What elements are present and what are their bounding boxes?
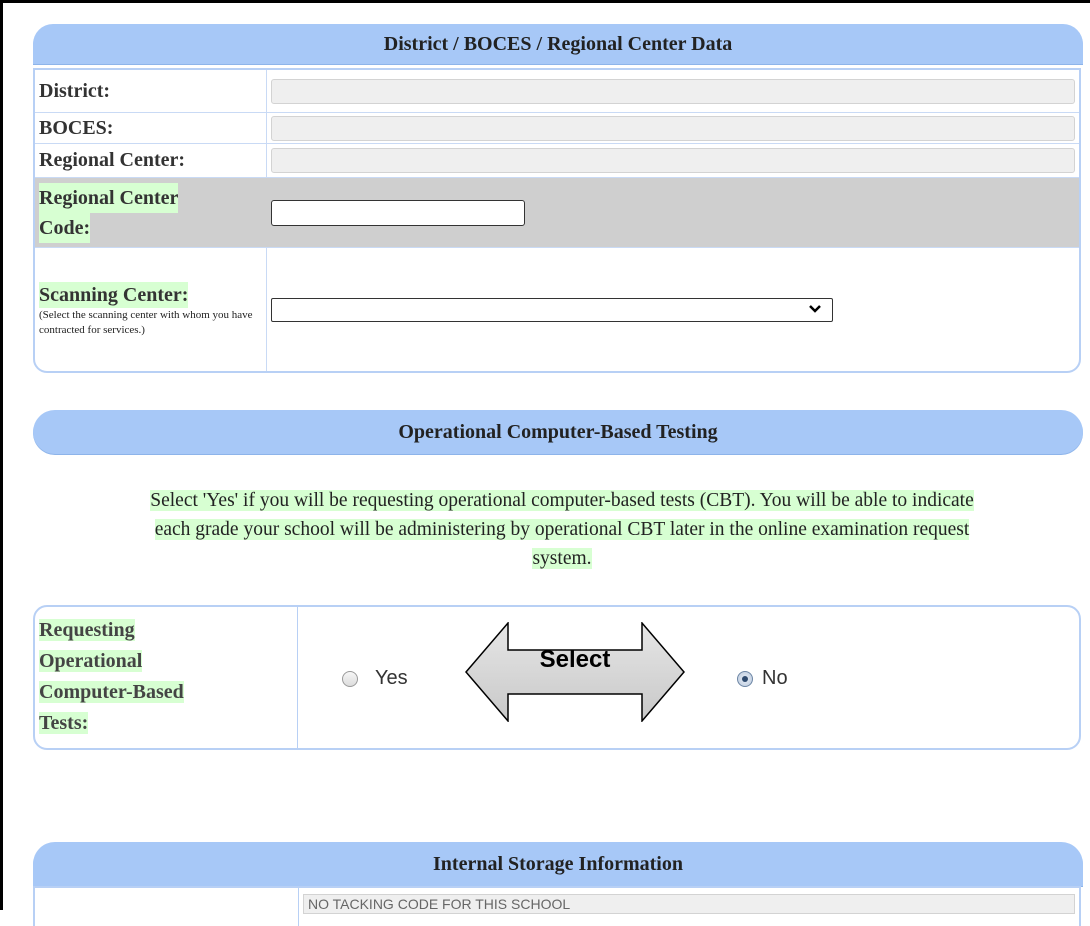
cbt-section-title: Operational Computer-Based Testing [398,420,718,443]
cbt-yes-label[interactable]: Yes [375,667,408,690]
district-table: District: BOCES: Regional Center: Region… [33,68,1081,373]
chevron-down-icon [809,304,821,313]
cbt-section-header: Operational Computer-Based Testing [33,410,1083,454]
scanning-center-note: (Select the scanning center with whom yo… [39,308,253,336]
regional-center-code-row: Regional Center Code: [35,178,1079,248]
scanning-center-row: Scanning Center: (Select the scanning ce… [35,248,1079,371]
cbt-info-text: Select 'Yes' if you will be requesting o… [150,490,974,569]
cbt-options: Yes No [298,607,1079,748]
boces-label: BOCES: [35,113,267,143]
boces-row: BOCES: [35,113,1079,144]
storage-row: NO TACKING CODE FOR THIS SCHOOL [33,886,1081,926]
regional-center-row: Regional Center: [35,144,1079,178]
window-top-border [0,0,1090,3]
storage-section-title: Internal Storage Information [433,852,683,875]
select-callout-text: Select [539,646,611,673]
regional-center-code-label: Regional Center Code: [35,178,267,247]
cbt-no-radio[interactable] [737,671,753,687]
district-label: District: [35,70,267,112]
regional-center-code-input[interactable] [271,199,525,226]
scanning-center-label-cell: Scanning Center: (Select the scanning ce… [35,248,267,371]
district-field [271,78,1075,104]
storage-section-header: Internal Storage Information [33,842,1083,886]
regional-center-label: Regional Center: [35,144,267,177]
window-left-border [0,0,3,910]
storage-field: NO TACKING CODE FOR THIS SCHOOL [303,894,1075,914]
cbt-yes-radio[interactable] [342,671,358,687]
scanning-center-select[interactable] [271,297,833,322]
cbt-no-label[interactable]: No [762,667,788,690]
district-row: District: [35,70,1079,113]
boces-field [271,115,1075,141]
storage-label-cell [35,888,299,926]
district-section-header: District / BOCES / Regional Center Data [33,24,1083,64]
scanning-center-label: Scanning Center: [39,281,189,308]
district-section-title: District / BOCES / Regional Center Data [383,32,733,55]
select-callout-arrow: Select [465,620,685,724]
cbt-request-label: Requesting Operational Computer-Based Te… [35,607,298,748]
regional-center-field [271,148,1075,173]
